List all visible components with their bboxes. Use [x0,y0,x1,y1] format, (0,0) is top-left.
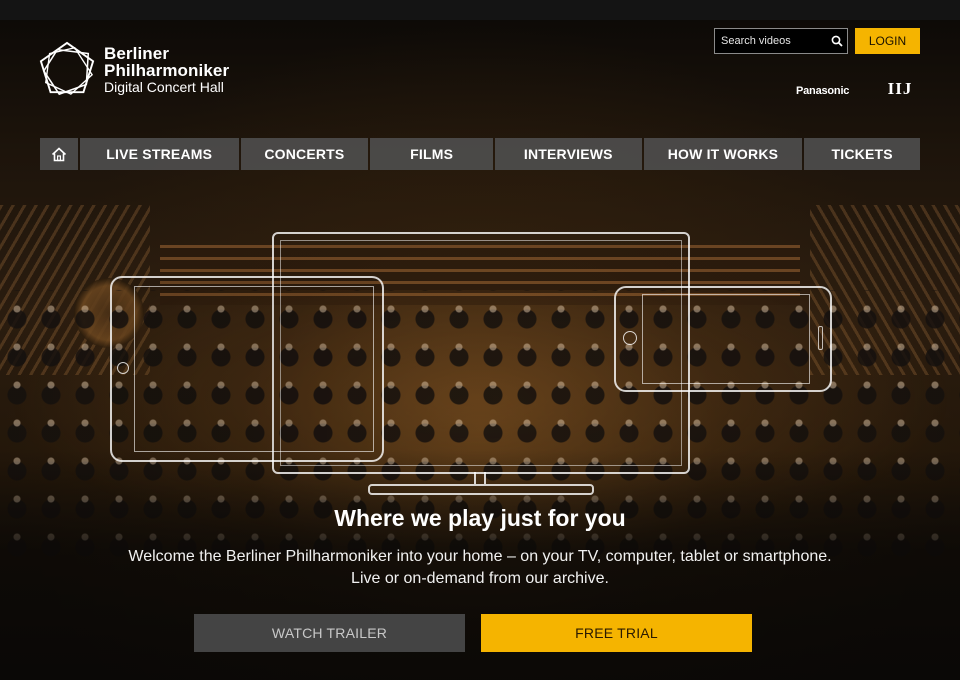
top-strip [0,0,960,20]
nav-home[interactable] [40,138,78,170]
hero-headline: Where we play just for you [334,505,626,531]
free-trial-button[interactable]: FREE TRIAL [481,614,752,652]
tablet-screen [134,286,374,452]
nav-live-streams[interactable]: LIVE STREAMS [79,138,239,170]
phone-speaker [818,326,823,350]
nav-how-it-works[interactable]: HOW IT WORKS [643,138,803,170]
sponsor-iij[interactable]: IIJ [884,80,916,104]
sponsor-iij-logo: IIJ [887,79,913,98]
logo-pentagon-icon [39,41,95,96]
tablet-home-button [117,362,129,374]
nav-tickets[interactable]: TICKETS [804,138,920,170]
tablet-outline [110,276,384,462]
search-box [714,28,848,54]
logo-line-2: Philharmoniker [104,60,230,80]
logo-line-3: Digital Concert Hall [104,78,224,95]
watch-trailer-button[interactable]: WATCH TRAILER [194,614,465,652]
main-nav: LIVE STREAMS CONCERTS FILMS INTERVIEWS H… [40,138,920,170]
nav-films[interactable]: FILMS [370,138,493,170]
hero-subtext: Welcome the Berliner Philharmoniker into… [128,548,832,587]
phone-home-button [623,331,637,345]
sponsor-iij-tagline [884,100,916,104]
search-icon[interactable] [827,30,847,52]
site-logo[interactable]: Berliner Philharmoniker Digital Concert … [38,40,229,98]
nav-concerts[interactable]: CONCERTS [240,138,369,170]
nav-interviews[interactable]: INTERVIEWS [494,138,642,170]
home-icon [51,146,66,161]
sponsor-panasonic[interactable]: Panasonic [796,85,849,97]
logo-text: Berliner Philharmoniker Digital Concert … [104,45,229,94]
logo-line-1: Berliner [104,43,170,63]
phone-outline [614,286,832,392]
search-input[interactable] [715,34,827,48]
tv-stand-base [368,484,594,495]
phone-screen [642,294,810,384]
login-button[interactable]: LOGIN [855,28,920,54]
tv-stand-neck [474,472,486,484]
